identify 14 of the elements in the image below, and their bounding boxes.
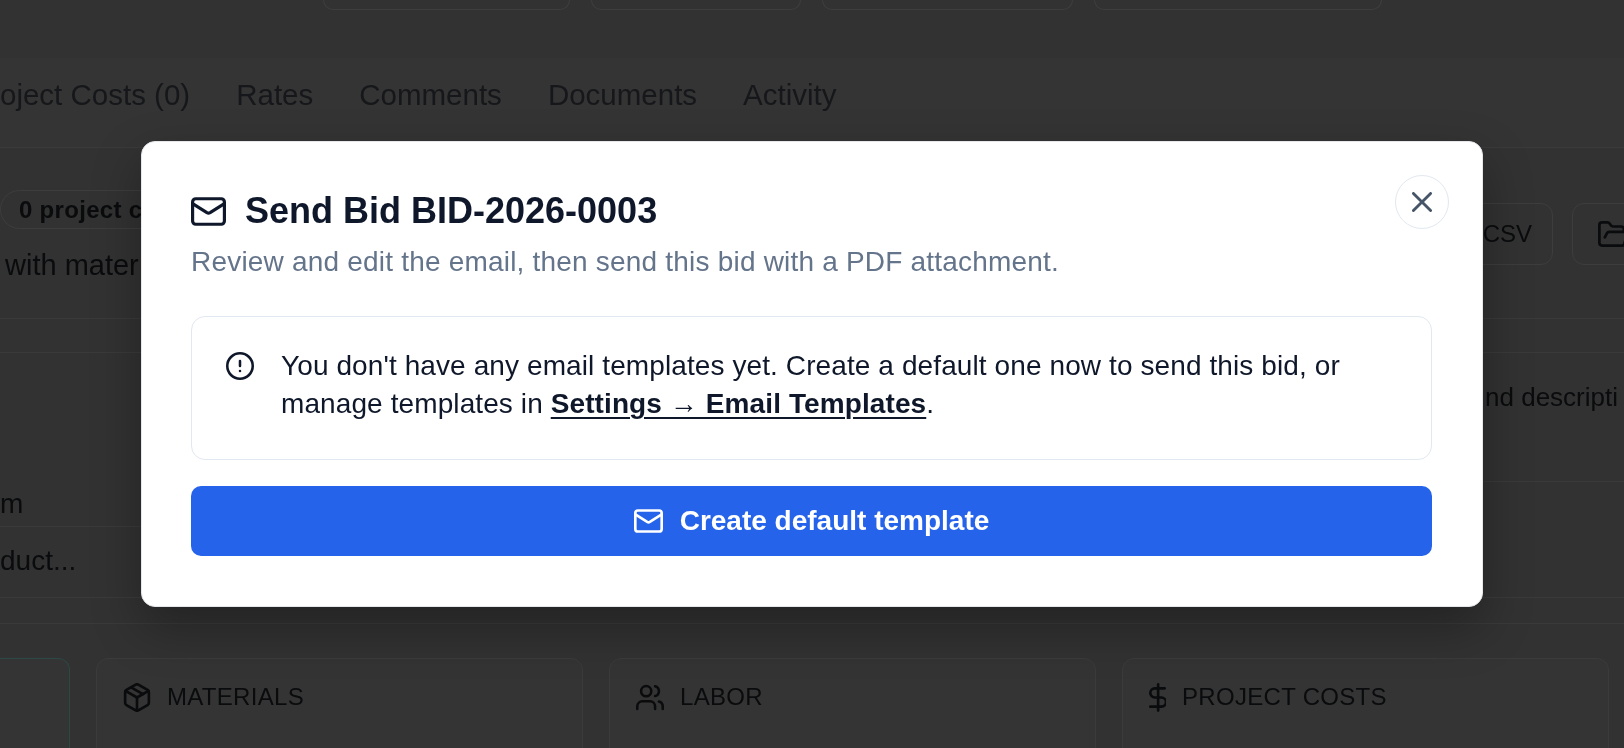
alert-icon — [226, 352, 254, 380]
close-button[interactable] — [1395, 175, 1449, 229]
create-template-button[interactable]: Create default template — [191, 486, 1432, 556]
dialog-description: Review and edit the email, then send this bid with a PDF attachment. — [191, 246, 1061, 278]
box-icon — [123, 683, 151, 712]
settings-link[interactable]: Settings → Email Templates — [550, 388, 927, 419]
dollar-icon — [1149, 683, 1166, 712]
folder-icon — [1598, 221, 1624, 247]
people-icon — [636, 683, 664, 712]
dialog-title: Send Bid BID-2026-0003 — [245, 192, 658, 230]
close-icon — [1412, 192, 1432, 212]
mail-icon — [191, 196, 226, 226]
notice-text: You don't have any email templates yet. Create a default one now to send this bid, or manage templates in Settings → Email Templates. — [281, 349, 1341, 421]
mail-icon — [633, 509, 663, 533]
